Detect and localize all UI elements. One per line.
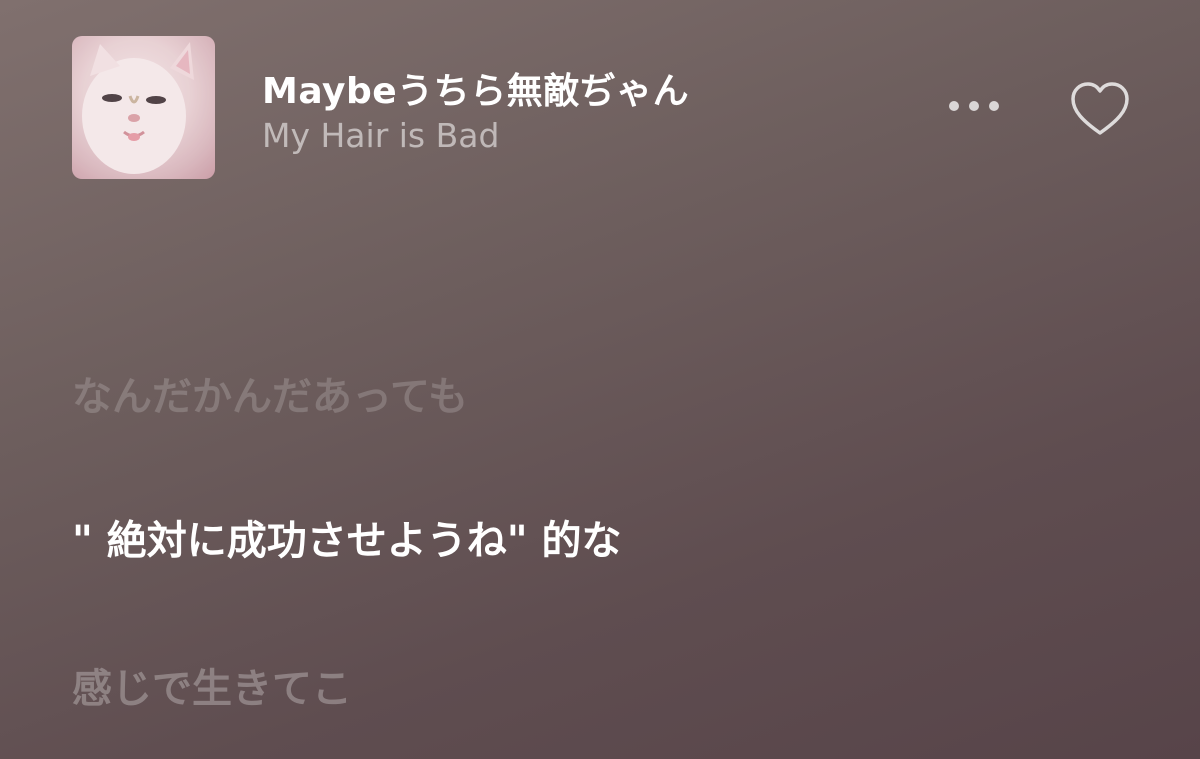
artist-name[interactable]: My Hair is Bad <box>262 116 499 155</box>
album-artwork[interactable] <box>72 36 215 179</box>
more-options-button[interactable] <box>938 84 1010 128</box>
lyrics-screen: Maybeうちら無敵ぢゃん My Hair is Bad なんだかんだあっても … <box>0 0 1200 759</box>
cat-artwork-icon <box>72 36 215 179</box>
lyric-line-current[interactable]: " 絶対に成功させようね" 的な <box>72 508 622 566</box>
love-button[interactable] <box>1062 76 1138 142</box>
song-title[interactable]: Maybeうちら無敵ぢゃん <box>262 62 689 114</box>
lyric-line-next[interactable]: 感じで生きてこ <box>72 656 352 714</box>
heart-outline-icon <box>1071 82 1129 135</box>
ellipsis-icon <box>949 101 999 111</box>
lyric-line-previous[interactable]: なんだかんだあっても <box>72 364 468 422</box>
